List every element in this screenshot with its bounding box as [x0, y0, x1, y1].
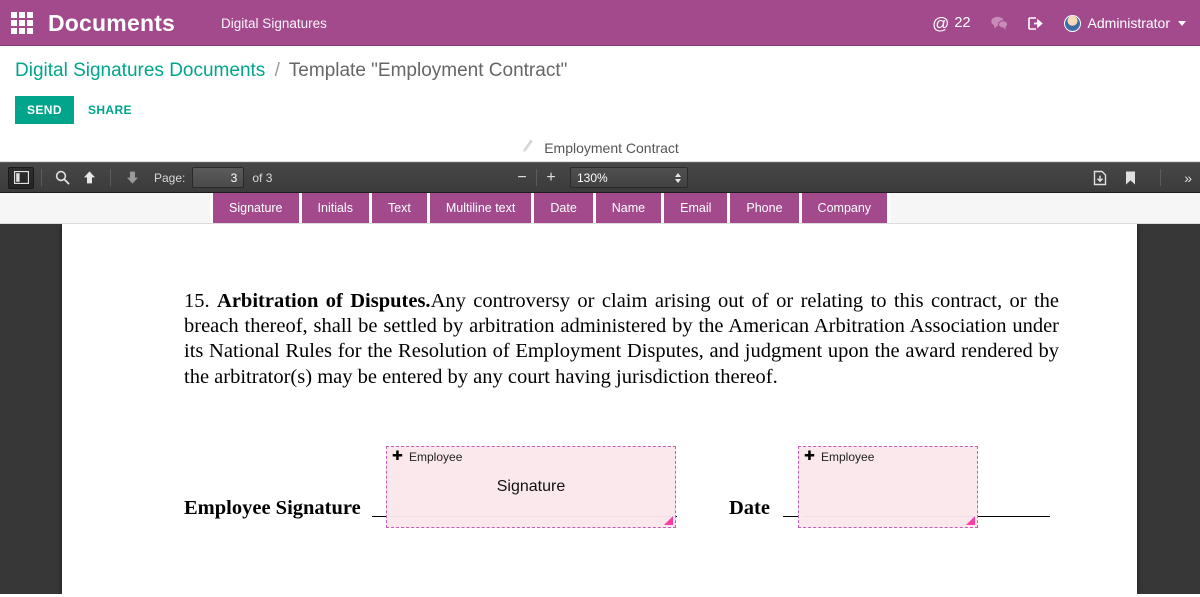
- page-total: of 3: [252, 170, 273, 185]
- chevron-down-icon: [1178, 20, 1186, 26]
- breadcrumb-separator: /: [274, 60, 280, 81]
- pdf-viewer: 15. Arbitration of Disputes.Any controve…: [0, 224, 1200, 594]
- toolbar-divider-2: [110, 169, 111, 186]
- document-title-bar: Employment Contract: [0, 134, 1200, 162]
- app-bar-right-group: @ 22 Administrator: [932, 14, 1186, 32]
- toolbar-right-group: »: [1092, 169, 1192, 186]
- page-input[interactable]: [192, 167, 245, 188]
- spinner-icon: [675, 172, 681, 183]
- signature-field[interactable]: ✚ Employee Signature: [386, 446, 676, 528]
- search-icon[interactable]: [49, 170, 75, 185]
- employee-signature-label: Employee Signature: [184, 497, 361, 519]
- pdf-page: 15. Arbitration of Disputes.Any controve…: [62, 224, 1137, 594]
- user-name: Administrator: [1087, 15, 1170, 31]
- field-button-multiline-text[interactable]: Multiline text: [429, 193, 535, 223]
- mentions-count: 22: [954, 15, 971, 31]
- zoom-level-select[interactable]: 130%: [570, 167, 688, 188]
- toolbar-divider-3: [536, 169, 537, 186]
- resize-handle-icon[interactable]: [664, 516, 673, 525]
- toolbar-left-group: Page: of 3: [49, 167, 272, 188]
- chat-bubble-icon[interactable]: [990, 16, 1008, 30]
- field-button-email[interactable]: Email: [664, 193, 731, 223]
- download-icon[interactable]: [1092, 170, 1108, 186]
- sign-in-icon[interactable]: [1027, 16, 1044, 31]
- field-inner-rule: [391, 516, 671, 517]
- field-button-name[interactable]: Name: [595, 193, 665, 223]
- signature-field-value: Signature: [496, 478, 566, 495]
- signature-area: Employee Signature ✚ Employee Signature …: [62, 224, 1137, 594]
- page-label: Page:: [154, 170, 186, 185]
- field-type-toolbar: Signature Initials Text Multiline text Date N…: [0, 193, 1200, 224]
- arrow-up-icon[interactable]: [75, 170, 103, 185]
- apps-grid-icon[interactable]: [10, 11, 34, 35]
- send-button[interactable]: SEND: [15, 96, 74, 124]
- menu-item-digital-signatures[interactable]: Digital Signatures: [221, 16, 327, 31]
- field-button-text[interactable]: Text: [371, 193, 430, 223]
- field-button-company[interactable]: Company: [801, 193, 891, 223]
- signature-field-role: Employee: [409, 450, 463, 464]
- toolbar-divider: [41, 169, 42, 186]
- sidebar-toggle-icon[interactable]: [8, 166, 34, 189]
- zoom-level-value: 130%: [577, 170, 608, 185]
- at-icon: @: [932, 13, 950, 33]
- field-button-date[interactable]: Date: [534, 193, 596, 223]
- breadcrumb-current: Template "Employment Contract": [288, 60, 568, 81]
- more-tools-button[interactable]: »: [1184, 170, 1192, 186]
- brand-title[interactable]: Documents: [48, 10, 175, 37]
- toolbar-divider-4: [1160, 169, 1162, 186]
- breadcrumb: Digital Signatures Documents / Template …: [15, 60, 1200, 82]
- bookmark-icon[interactable]: [1124, 170, 1137, 186]
- field-inner-rule: [803, 516, 973, 517]
- zoom-in-button[interactable]: +: [541, 167, 561, 188]
- date-label: Date: [729, 497, 770, 519]
- resize-handle-icon[interactable]: [966, 516, 975, 525]
- user-menu[interactable]: Administrator: [1063, 14, 1186, 32]
- arrow-down-icon[interactable]: [118, 170, 146, 185]
- date-field-role: Employee: [821, 450, 875, 464]
- zoom-controls: − + 130%: [512, 167, 688, 188]
- breadcrumb-parent[interactable]: Digital Signatures Documents: [15, 60, 265, 81]
- document-title[interactable]: Employment Contract: [544, 140, 679, 156]
- avatar: [1063, 14, 1081, 32]
- date-field[interactable]: ✚ Employee: [798, 446, 978, 528]
- pencil-icon[interactable]: [520, 138, 537, 157]
- field-button-signature[interactable]: Signature: [210, 193, 302, 223]
- move-icon[interactable]: ✚: [804, 449, 815, 462]
- field-button-phone[interactable]: Phone: [730, 193, 802, 223]
- zoom-out-button[interactable]: −: [512, 167, 532, 188]
- top-app-bar: Documents Digital Signatures @ 22 Admini…: [0, 0, 1200, 46]
- control-panel: Digital Signatures Documents / Template …: [0, 46, 1200, 124]
- pdf-toolbar: Page: of 3 − + 130% »: [0, 162, 1200, 193]
- action-buttons: SEND SHARE: [15, 96, 1200, 124]
- move-icon[interactable]: ✚: [392, 449, 403, 462]
- mentions-counter[interactable]: @ 22: [932, 15, 970, 32]
- field-button-initials[interactable]: Initials: [301, 193, 372, 223]
- share-button[interactable]: SHARE: [86, 96, 134, 124]
